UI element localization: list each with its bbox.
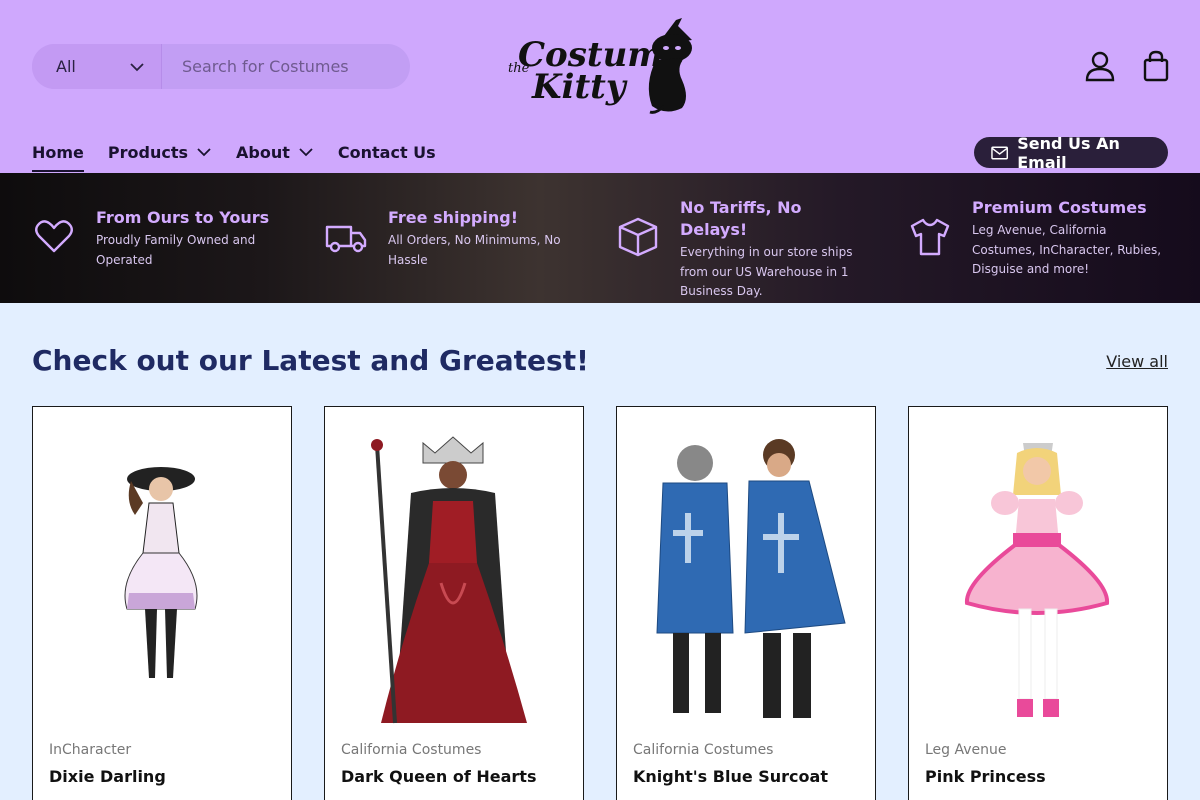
chevron-down-icon bbox=[197, 148, 211, 157]
product-name: Dixie Darling bbox=[49, 767, 166, 786]
send-email-button[interactable]: Send Us An Email bbox=[974, 134, 1168, 172]
product-brand: California Costumes bbox=[633, 742, 774, 758]
product-image bbox=[925, 423, 1151, 727]
feature-description: Everything in our store ships from our U… bbox=[680, 245, 853, 298]
feature-description: Leg Avenue, California Costumes, InChara… bbox=[972, 223, 1162, 276]
chevron-down-icon bbox=[130, 62, 144, 71]
product-card[interactable]: California Costumes Dark Queen of Hearts bbox=[324, 406, 584, 800]
product-brand: California Costumes bbox=[341, 742, 482, 758]
product-card[interactable]: California Costumes Knight's Blue Surcoa… bbox=[616, 406, 876, 800]
feature-description: Proudly Family Owned and Operated bbox=[96, 233, 256, 267]
site-header: All the Costume Kitty Home Products Abou… bbox=[0, 0, 1200, 173]
nav-home[interactable]: Home bbox=[32, 140, 84, 172]
product-name: Pink Princess bbox=[925, 767, 1046, 786]
cart-bag-icon[interactable] bbox=[1138, 48, 1174, 84]
chevron-down-icon bbox=[299, 148, 313, 157]
feature-title: From Ours to Yours bbox=[96, 208, 270, 227]
product-card[interactable]: Leg Avenue Pink Princess bbox=[908, 406, 1168, 800]
product-brand: InCharacter bbox=[49, 742, 132, 758]
account-icon[interactable] bbox=[1082, 48, 1118, 84]
product-image bbox=[49, 423, 275, 727]
product-image bbox=[341, 423, 567, 727]
section-title: Check out our Latest and Greatest! bbox=[32, 344, 589, 377]
feature-description: All Orders, No Minimums, No Hassle bbox=[388, 233, 561, 267]
site-logo[interactable]: the Costume Kitty bbox=[506, 14, 706, 118]
product-brand: Leg Avenue bbox=[925, 742, 1007, 758]
feature-title: Premium Costumes bbox=[972, 198, 1147, 217]
product-card[interactable]: InCharacter Dixie Darling bbox=[32, 406, 292, 800]
send-email-label: Send Us An Email bbox=[1017, 133, 1120, 172]
features-banner: From Ours to Yours Proudly Family Owned … bbox=[0, 173, 1200, 303]
mail-icon bbox=[991, 146, 1008, 159]
product-name: Dark Queen of Hearts bbox=[341, 767, 537, 786]
search-category-select[interactable]: All bbox=[32, 44, 162, 89]
feature-title: Free shipping! bbox=[388, 208, 518, 227]
svg-text:Kitty: Kitty bbox=[531, 67, 628, 107]
heart-icon bbox=[35, 220, 73, 253]
nav-products-label: Products bbox=[107, 142, 189, 162]
nav-about-label: About bbox=[236, 142, 290, 162]
main-nav: Home Products About Contact Us bbox=[32, 140, 436, 172]
nav-products[interactable]: Products bbox=[108, 140, 212, 164]
product-name: Knight's Blue Surcoat bbox=[633, 767, 828, 786]
feature-title: No Tariffs, No Delays! bbox=[680, 198, 802, 239]
nav-contact-us-label: Contact Us bbox=[337, 142, 436, 162]
truck-icon bbox=[325, 225, 367, 253]
search-input[interactable] bbox=[162, 44, 410, 89]
search-bar: All bbox=[32, 44, 410, 89]
nav-home-label: Home bbox=[32, 142, 84, 162]
tshirt-icon bbox=[910, 218, 950, 256]
product-image bbox=[633, 423, 859, 727]
view-all-link[interactable]: View all bbox=[1106, 352, 1168, 371]
box-icon bbox=[618, 217, 658, 257]
nav-contact-us[interactable]: Contact Us bbox=[338, 140, 436, 164]
search-category-label: All bbox=[56, 57, 76, 76]
nav-about[interactable]: About bbox=[236, 140, 314, 164]
